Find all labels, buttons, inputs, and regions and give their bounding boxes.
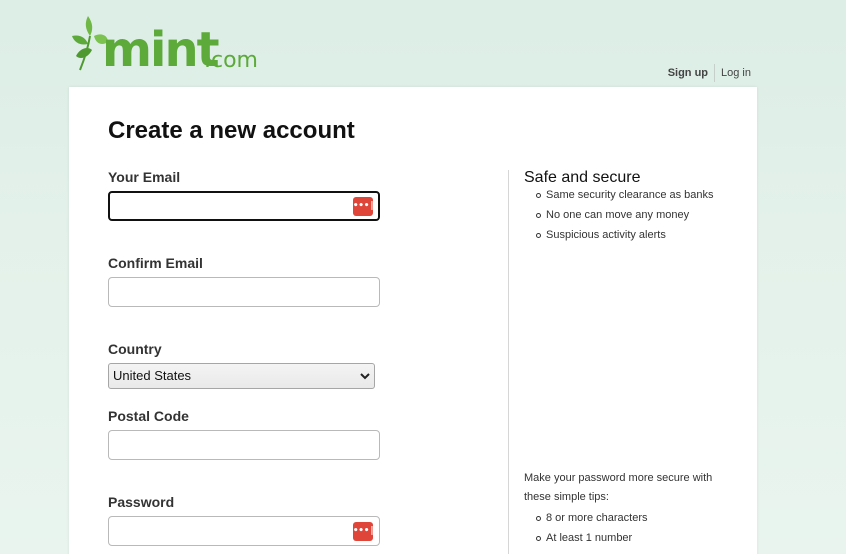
top-nav: Sign up Log in bbox=[668, 64, 751, 82]
login-link[interactable]: Log in bbox=[720, 67, 751, 79]
country-selected-value: United States bbox=[113, 368, 192, 383]
postal-code-field[interactable] bbox=[108, 430, 380, 460]
mint-logo[interactable]: mint .com bbox=[68, 14, 258, 78]
signup-link[interactable]: Sign up bbox=[668, 67, 714, 79]
password-field[interactable]: •••| bbox=[108, 516, 380, 546]
list-item: Same security clearance as banks bbox=[536, 185, 714, 205]
list-item: 8 or more characters bbox=[535, 508, 647, 528]
password-manager-icon[interactable]: •••| bbox=[353, 197, 375, 216]
nav-divider bbox=[714, 64, 716, 82]
password-tips-intro: Make your password more secure with thes… bbox=[524, 472, 713, 503]
chevron-down-icon bbox=[360, 373, 370, 380]
page-title: Create a new account bbox=[108, 117, 355, 144]
list-item: At least 1 number bbox=[535, 528, 647, 548]
confirm-email-label: Confirm Email bbox=[108, 255, 203, 271]
signup-card: Create a new account Your Email •••| Con… bbox=[69, 87, 757, 554]
security-list: Same security clearance as banks No one … bbox=[524, 185, 714, 245]
logo-dotcom: .com bbox=[204, 48, 258, 73]
logo-wordmark: mint bbox=[102, 22, 220, 78]
password-label: Password bbox=[108, 494, 175, 510]
country-label: Country bbox=[108, 341, 162, 357]
list-item: No one can move any money bbox=[536, 205, 714, 225]
list-item: Suspicious activity alerts bbox=[536, 225, 714, 245]
password-tips-list: 8 or more characters At least 1 number bbox=[524, 508, 647, 548]
confirm-email-field[interactable] bbox=[108, 277, 380, 307]
email-label: Your Email bbox=[108, 169, 181, 185]
password-manager-icon[interactable]: •••| bbox=[353, 522, 375, 541]
column-divider bbox=[508, 170, 509, 554]
email-field[interactable]: •••| bbox=[108, 191, 380, 221]
postal-code-label: Postal Code bbox=[108, 408, 189, 424]
country-select[interactable]: United States bbox=[108, 363, 375, 389]
